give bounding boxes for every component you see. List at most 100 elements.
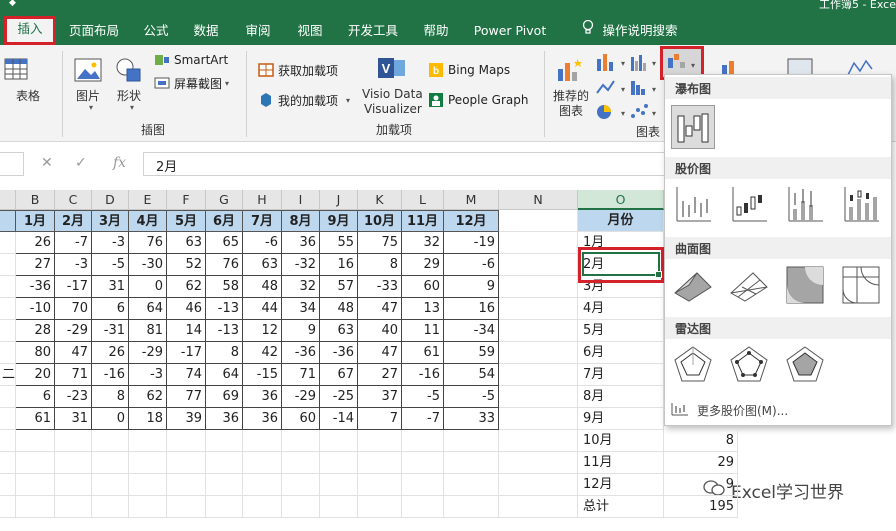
statistic-chart-button[interactable]: ▾	[628, 77, 666, 99]
grid-cell[interactable]	[167, 496, 206, 518]
pie-chart-button[interactable]: ▾	[594, 101, 632, 123]
month-cell[interactable]: 5月	[578, 320, 664, 342]
grid-cell[interactable]	[0, 474, 16, 496]
column-header-n[interactable]: N	[499, 190, 578, 210]
name-box[interactable]	[0, 152, 24, 176]
table-cell[interactable]: -34	[444, 320, 499, 342]
grid-cell[interactable]	[16, 496, 55, 518]
insert-function-icon[interactable]: fx	[113, 155, 126, 171]
month-value-cell[interactable]: 9	[664, 474, 738, 496]
table-cell[interactable]: -6	[243, 232, 282, 254]
row-label-cell[interactable]	[0, 276, 16, 298]
table-cell[interactable]: 63	[167, 232, 206, 254]
table-cell[interactable]: -29	[129, 342, 167, 364]
month-cell[interactable]: 9月	[578, 408, 664, 430]
grid-cell[interactable]	[499, 430, 578, 452]
table-cell[interactable]: 12	[243, 320, 282, 342]
grid-cell[interactable]	[167, 474, 206, 496]
table-cell[interactable]: 31	[92, 276, 129, 298]
table-cell[interactable]: 47	[358, 342, 402, 364]
table-header-cell[interactable]: 4月	[129, 210, 167, 232]
grid-cell[interactable]	[129, 452, 167, 474]
grid-cell[interactable]	[402, 496, 444, 518]
table-cell[interactable]: -6	[444, 254, 499, 276]
column-header-g[interactable]: G	[206, 190, 243, 210]
table-cell[interactable]: -10	[16, 298, 55, 320]
grid-cell[interactable]	[243, 474, 282, 496]
table-cell[interactable]: 0	[92, 408, 129, 430]
table-cell[interactable]: 62	[167, 276, 206, 298]
table-header-cell[interactable]: 7月	[243, 210, 282, 232]
tab-power-pivot[interactable]: Power Pivot	[468, 18, 552, 44]
table-cell[interactable]: -36	[16, 276, 55, 298]
column-header-i[interactable]: I	[282, 190, 320, 210]
month-cell[interactable]: 12月	[578, 474, 664, 496]
more-stock-charts-link[interactable]: 更多股价图(M)...	[671, 402, 788, 419]
table-cell[interactable]: 36	[243, 408, 282, 430]
grid-cell[interactable]	[499, 452, 578, 474]
table-cell[interactable]: 76	[206, 254, 243, 276]
table-cell[interactable]: 60	[402, 276, 444, 298]
grid-cell[interactable]	[243, 452, 282, 474]
row-label-cell[interactable]	[0, 386, 16, 408]
chevron-down-icon[interactable]: ▾	[130, 103, 134, 112]
grid-cell[interactable]	[206, 496, 243, 518]
row-label-cell[interactable]	[0, 320, 16, 342]
table-cell[interactable]: 8	[358, 254, 402, 276]
grid-cell[interactable]	[499, 276, 578, 298]
table-cell[interactable]: -30	[129, 254, 167, 276]
bing-maps-button[interactable]: b Bing Maps	[428, 60, 510, 80]
column-header-o[interactable]: O	[578, 190, 664, 210]
table-cell[interactable]: -23	[55, 386, 92, 408]
column-header-d[interactable]: D	[92, 190, 129, 210]
table-cell[interactable]: -36	[282, 342, 320, 364]
formula-input[interactable]: 2月	[143, 152, 673, 176]
radar-filled-option[interactable]	[783, 343, 827, 387]
column-header-h[interactable]: H	[243, 190, 282, 210]
month-value-cell[interactable]: 8	[664, 430, 738, 452]
column-header-l[interactable]: L	[402, 190, 444, 210]
table-header-cell[interactable]: 10月	[358, 210, 402, 232]
table-cell[interactable]: 6	[92, 298, 129, 320]
table-cell[interactable]: -13	[206, 298, 243, 320]
grid-cell[interactable]	[16, 474, 55, 496]
grid-cell[interactable]	[499, 210, 578, 232]
table-cell[interactable]: 47	[55, 342, 92, 364]
table-cell[interactable]: 9	[282, 320, 320, 342]
grid-cell[interactable]	[167, 430, 206, 452]
table-cell[interactable]: 77	[167, 386, 206, 408]
screenshot-button[interactable]: 屏幕截图 ▾	[154, 73, 229, 93]
table-cell[interactable]: 36	[282, 232, 320, 254]
table-cell[interactable]: 62	[129, 386, 167, 408]
table-cell[interactable]: 61	[402, 342, 444, 364]
column-chart-button[interactable]: ▾	[594, 51, 632, 73]
grid-cell[interactable]	[499, 408, 578, 430]
table-cell[interactable]: -19	[444, 232, 499, 254]
table-cell[interactable]: -16	[92, 364, 129, 386]
grid-cell[interactable]	[320, 430, 358, 452]
table-cell[interactable]: 32	[282, 276, 320, 298]
table-cell[interactable]: -13	[206, 320, 243, 342]
table-cell[interactable]: 80	[16, 342, 55, 364]
shapes-label[interactable]: 形状	[117, 87, 141, 104]
month-header-cell[interactable]: 月份	[578, 210, 664, 232]
grid-cell[interactable]	[206, 430, 243, 452]
grid-cell[interactable]	[16, 452, 55, 474]
grid-cell[interactable]	[444, 474, 499, 496]
visio-label-line2[interactable]: Visualizer	[364, 102, 422, 116]
table-icon[interactable]	[2, 55, 32, 85]
table-cell[interactable]: 59	[444, 342, 499, 364]
month-cell[interactable]: 6月	[578, 342, 664, 364]
table-cell[interactable]: 33	[444, 408, 499, 430]
month-value-cell[interactable]: 29	[664, 452, 738, 474]
chevron-down-icon[interactable]: ▾	[89, 103, 93, 112]
table-cell[interactable]: -29	[282, 386, 320, 408]
table-cell[interactable]: 36	[243, 386, 282, 408]
grid-cell[interactable]	[282, 452, 320, 474]
tab-view[interactable]: 视图	[290, 18, 330, 44]
grid-cell[interactable]	[129, 496, 167, 518]
table-cell[interactable]: -36	[320, 342, 358, 364]
active-cell[interactable]	[582, 252, 662, 278]
table-cell[interactable]: 58	[206, 276, 243, 298]
table-cell[interactable]: 11	[402, 320, 444, 342]
